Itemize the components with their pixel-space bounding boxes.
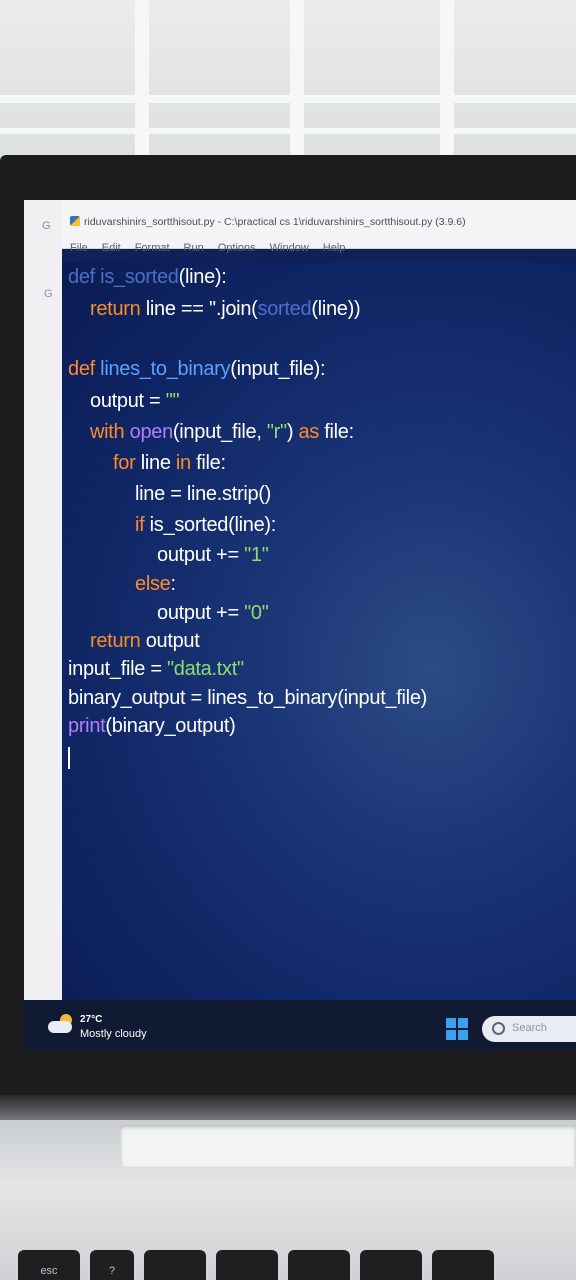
code-line: return output	[90, 630, 200, 652]
code-line: input_file = "data.txt"	[68, 658, 244, 680]
code-line: output += "1"	[157, 544, 269, 566]
esc-key[interactable]: esc	[18, 1250, 80, 1280]
code-line: output += "0"	[157, 602, 269, 624]
code-line: if is_sorted(line):	[135, 514, 277, 536]
function-key[interactable]: ?	[90, 1250, 134, 1280]
taskbar-search[interactable]: Search	[482, 1016, 576, 1042]
menu-window[interactable]: Window	[270, 242, 309, 254]
menu-edit[interactable]: Edit	[102, 242, 121, 254]
function-key[interactable]	[216, 1250, 278, 1280]
window-grille	[0, 128, 576, 134]
window-grille	[440, 0, 454, 160]
weather-condition[interactable]: Mostly cloudy	[80, 1028, 147, 1040]
function-key[interactable]	[360, 1250, 422, 1280]
windows-start-icon[interactable]	[446, 1018, 468, 1040]
code-line: for line in file:	[113, 452, 226, 474]
code-line: line = line.strip()	[135, 483, 272, 505]
weather-temperature[interactable]: 27°C	[80, 1014, 102, 1025]
menu-help[interactable]: Help	[323, 242, 346, 254]
search-icon	[492, 1022, 505, 1035]
menu-run[interactable]: Run	[184, 242, 204, 254]
code-line: print(binary_output)	[68, 715, 236, 737]
panel-letter: G	[44, 288, 53, 300]
window-grille	[290, 0, 304, 160]
code-line: else:	[135, 573, 176, 595]
partly-cloudy-icon[interactable]	[48, 1014, 74, 1036]
menu-format[interactable]: Format	[135, 242, 170, 254]
laptop-hinge	[120, 1125, 576, 1167]
code-line: def lines_to_binary(input_file):	[68, 358, 326, 380]
laptop-screen: G G riduvarshinirs_sortthisout.py - C:\p…	[24, 200, 576, 1050]
panel-letter: G	[42, 220, 51, 232]
code-line: output = ""	[90, 390, 180, 412]
function-key[interactable]	[432, 1250, 494, 1280]
code-line: binary_output = lines_to_binary(input_fi…	[68, 687, 428, 709]
search-placeholder: Search	[512, 1022, 547, 1034]
background-wall	[0, 0, 576, 170]
background-app-panel: G G	[24, 200, 62, 1000]
code-line: def is_sorted(line):	[68, 266, 227, 288]
text-cursor	[68, 747, 70, 769]
code-line: with open(input_file, "r") as file:	[90, 421, 354, 443]
function-key[interactable]	[144, 1250, 206, 1280]
window-grille	[135, 0, 149, 160]
keyboard-row: esc ?	[0, 1250, 576, 1280]
menu-layer: File Edit Format Run Options Window Help	[62, 200, 576, 262]
code-editor[interactable]: def is_sorted(line): return line == ''.j…	[62, 262, 576, 1000]
code-line: return line == ''.join(sorted(line))	[90, 298, 361, 320]
window-grille	[0, 95, 576, 103]
menu-file[interactable]: File	[70, 242, 88, 254]
menu-options[interactable]: Options	[218, 242, 256, 254]
menu-bar: File Edit Format Run Options Window Help	[70, 242, 345, 254]
function-key[interactable]	[288, 1250, 350, 1280]
taskbar: 27°C Mostly cloudy Search	[24, 1000, 576, 1050]
